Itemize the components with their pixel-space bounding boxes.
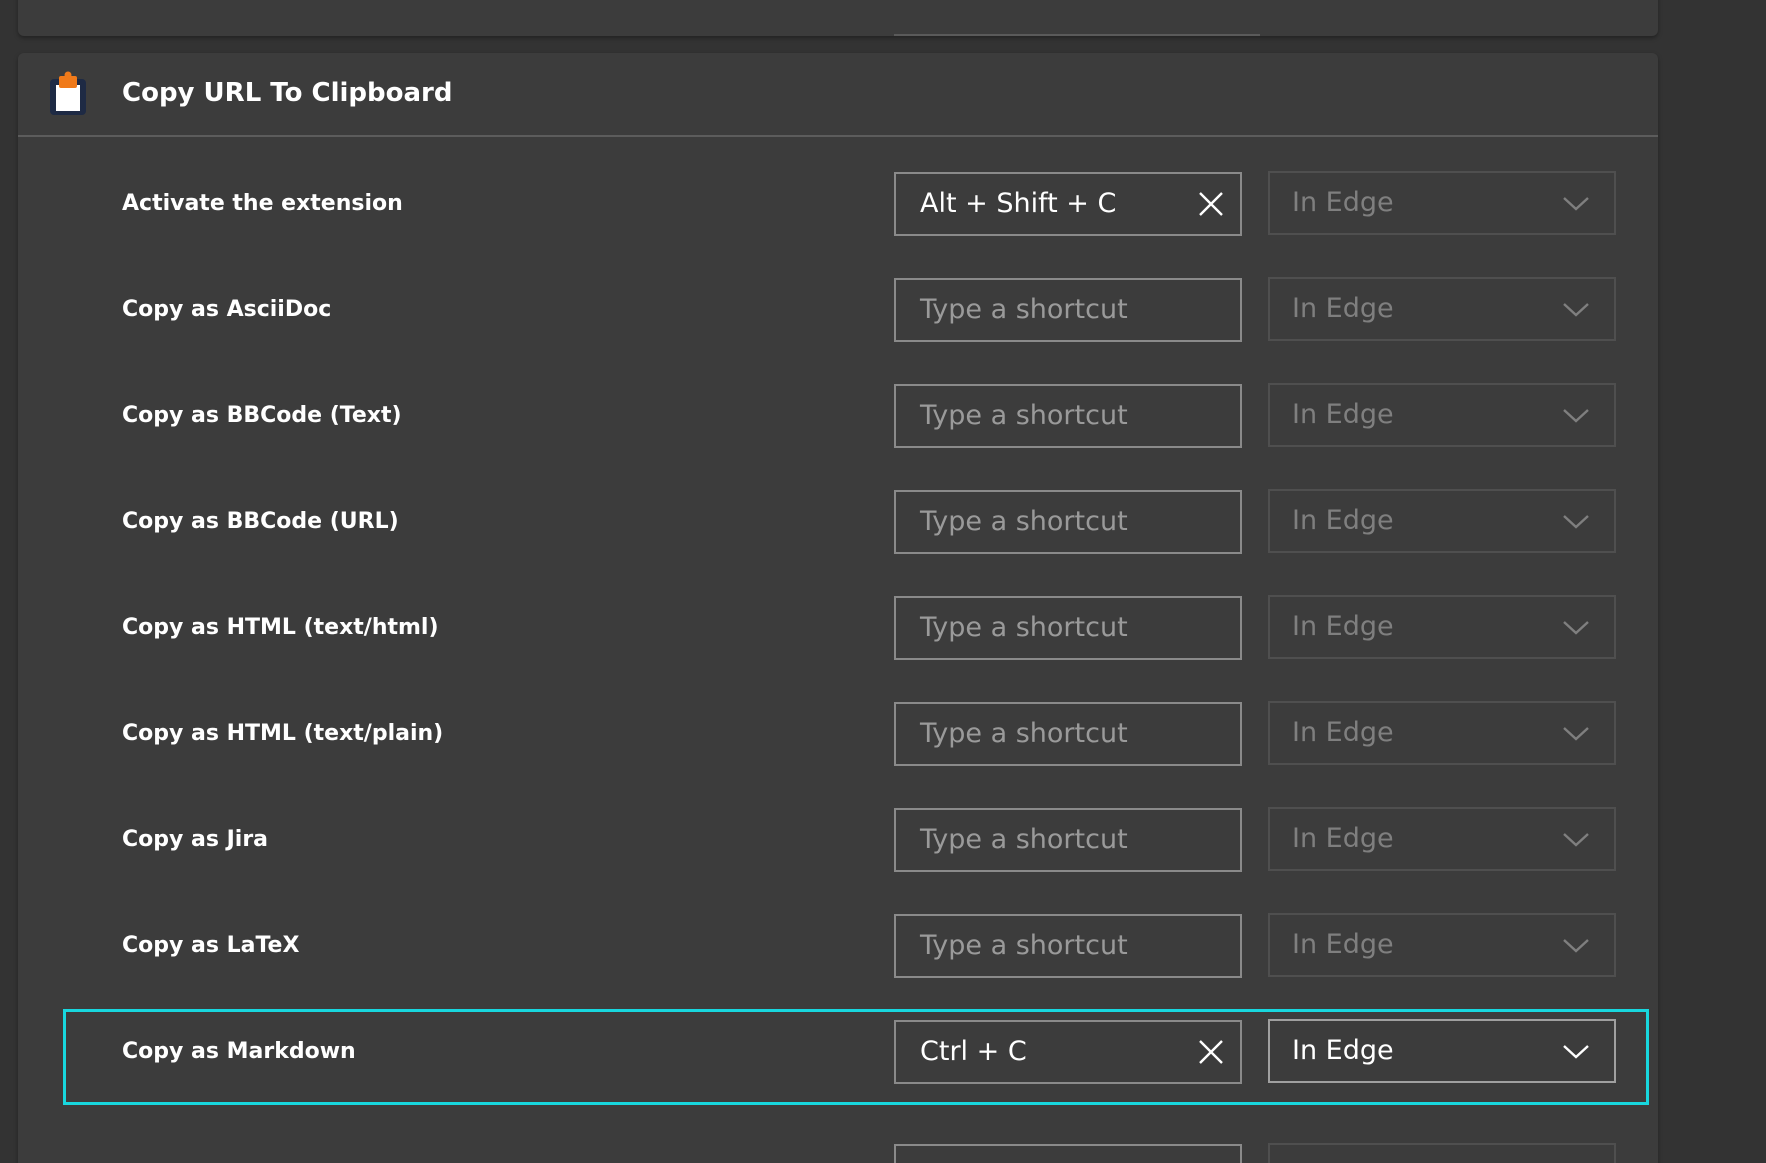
chevron-down-icon: [1562, 617, 1590, 637]
clear-shortcut-icon[interactable]: [1196, 189, 1226, 219]
scope-select[interactable]: In Edge: [1268, 595, 1616, 659]
shortcut-input[interactable]: Type a shortcut: [894, 384, 1242, 448]
previous-extension-card: [18, 0, 1658, 36]
chevron-down-icon: [1562, 511, 1590, 531]
shortcut-placeholder: Type a shortcut: [920, 400, 1128, 431]
shortcut-input[interactable]: Type a shortcut: [894, 490, 1242, 554]
command-label: Copy as Markdown: [122, 1039, 356, 1064]
scope-value: In Edge: [1292, 1035, 1394, 1066]
shortcut-row: Copy as LaTeX Type a shortcut In Edge: [18, 913, 1658, 979]
extension-name: Copy URL To Clipboard: [122, 78, 453, 108]
clipboard-icon: [48, 71, 88, 117]
shortcut-placeholder: Type a shortcut: [920, 294, 1128, 325]
shortcut-row: Copy as BBCode (Text) Type a shortcut In…: [18, 383, 1658, 449]
shortcut-placeholder: Type a shortcut: [920, 612, 1128, 643]
shortcut-value: Alt + Shift + C: [920, 188, 1117, 219]
shortcut-input[interactable]: Type a shortcut: [894, 914, 1242, 978]
chevron-down-icon: [1562, 723, 1590, 743]
shortcut-input[interactable]: Type a shortcut: [894, 702, 1242, 766]
shortcut-placeholder: Type a shortcut: [920, 506, 1128, 537]
command-label: Copy as HTML (text/plain): [122, 721, 444, 746]
shortcut-placeholder: Type a shortcut: [920, 930, 1128, 961]
scope-select[interactable]: In Edge: [1268, 171, 1616, 235]
shortcut-row: Activate the extension Alt + Shift + C I…: [18, 171, 1658, 237]
previous-shortcut-input-edge: [894, 34, 1260, 36]
shortcut-placeholder: Type a shortcut: [920, 824, 1128, 855]
scope-select[interactable]: In Edge: [1268, 701, 1616, 765]
shortcut-input[interactable]: Alt + Shift + C: [894, 172, 1242, 236]
scope-value: In Edge: [1292, 399, 1394, 430]
scope-select[interactable]: In Edge: [1268, 383, 1616, 447]
scope-select[interactable]: In Edge: [1268, 277, 1616, 341]
shortcut-value: Ctrl + C: [920, 1036, 1027, 1067]
chevron-down-icon: [1562, 299, 1590, 319]
scope-select[interactable]: In Edge: [1268, 1019, 1616, 1083]
extension-header: Copy URL To Clipboard: [18, 53, 1658, 137]
shortcut-row-partial: [18, 1143, 1658, 1163]
scope-value: In Edge: [1292, 717, 1394, 748]
scope-select[interactable]: In Edge: [1268, 913, 1616, 977]
scope-select[interactable]: In Edge: [1268, 489, 1616, 553]
command-label: Copy as HTML (text/html): [122, 615, 439, 640]
shortcut-input[interactable]: Type a shortcut: [894, 808, 1242, 872]
shortcut-row: Copy as HTML (text/html) Type a shortcut…: [18, 595, 1658, 661]
shortcut-input[interactable]: [894, 1144, 1242, 1163]
scope-value: In Edge: [1292, 929, 1394, 960]
shortcut-placeholder: Type a shortcut: [920, 718, 1128, 749]
chevron-down-icon: [1562, 1041, 1590, 1061]
command-label: Activate the extension: [122, 191, 403, 216]
chevron-down-icon: [1562, 829, 1590, 849]
clear-shortcut-icon[interactable]: [1196, 1037, 1226, 1067]
scope-select[interactable]: [1268, 1143, 1616, 1163]
shortcut-row: Copy as Jira Type a shortcut In Edge: [18, 807, 1658, 873]
extension-card: Copy URL To Clipboard Activate the exten…: [18, 53, 1658, 1163]
shortcut-row-active: Copy as Markdown Ctrl + C In Edge: [18, 1019, 1658, 1085]
shortcut-input[interactable]: Ctrl + C: [894, 1020, 1242, 1084]
scope-value: In Edge: [1292, 187, 1394, 218]
shortcut-row: Copy as AsciiDoc Type a shortcut In Edge: [18, 277, 1658, 343]
shortcut-row: Copy as HTML (text/plain) Type a shortcu…: [18, 701, 1658, 767]
chevron-down-icon: [1562, 193, 1590, 213]
command-label: Copy as Jira: [122, 827, 269, 852]
scope-value: In Edge: [1292, 823, 1394, 854]
extensions-shortcuts-page: Copy URL To Clipboard Activate the exten…: [0, 0, 1766, 1163]
chevron-down-icon: [1562, 935, 1590, 955]
command-label: Copy as AsciiDoc: [122, 297, 332, 322]
shortcut-input[interactable]: Type a shortcut: [894, 278, 1242, 342]
chevron-down-icon: [1562, 405, 1590, 425]
shortcut-input[interactable]: Type a shortcut: [894, 596, 1242, 660]
command-label: Copy as BBCode (Text): [122, 403, 402, 428]
scope-value: In Edge: [1292, 505, 1394, 536]
scope-select[interactable]: In Edge: [1268, 807, 1616, 871]
command-label: Copy as LaTeX: [122, 933, 300, 958]
shortcut-row: Copy as BBCode (URL) Type a shortcut In …: [18, 489, 1658, 555]
scope-value: In Edge: [1292, 611, 1394, 642]
command-label: Copy as BBCode (URL): [122, 509, 399, 534]
scope-value: In Edge: [1292, 293, 1394, 324]
